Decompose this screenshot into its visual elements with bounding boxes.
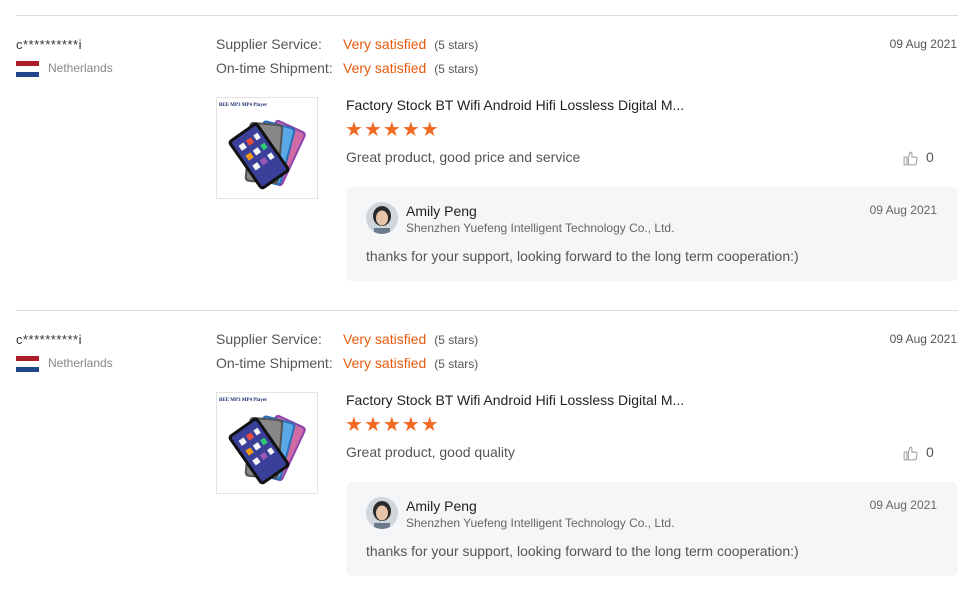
reply-text: thanks for your support, looking forward…	[366, 248, 799, 264]
supplier-reply: Amily Peng Shenzhen Yuefeng Intelligent …	[346, 482, 958, 576]
thumbs-up-icon	[903, 151, 918, 166]
like-button[interactable]: 0	[902, 444, 934, 462]
shipment-label: On-time Shipment:	[216, 355, 333, 371]
supplier-service-value: Very satisfied	[343, 36, 427, 52]
product-rating-stars: ★★★★★	[345, 415, 440, 435]
reply-author-name: Amily Peng	[406, 498, 477, 514]
review-comment: Great product, good quality	[346, 444, 515, 460]
buyer-country: Netherlands	[48, 61, 113, 75]
buyer-name: c**********i	[16, 37, 82, 52]
netherlands-flag-icon	[16, 61, 39, 77]
reply-company: Shenzhen Yuefeng Intelligent Technology …	[406, 516, 675, 530]
star-icon: ★	[363, 414, 382, 436]
supplier-reply: Amily Peng Shenzhen Yuefeng Intelligent …	[346, 187, 958, 281]
shipment-value: Very satisfied	[343, 60, 427, 76]
avatar	[366, 202, 398, 234]
product-thumbnail[interactable]: BEE MP3 MP4 Player	[216, 392, 318, 494]
star-icon: ★	[420, 119, 439, 141]
shipment-stars: (5 stars)	[434, 62, 479, 76]
supplier-service-label: Supplier Service:	[216, 36, 322, 52]
star-icon: ★	[382, 414, 401, 436]
like-count: 0	[926, 149, 934, 165]
star-icon: ★	[401, 414, 420, 436]
product-rating-stars: ★★★★★	[345, 120, 440, 140]
reply-company: Shenzhen Yuefeng Intelligent Technology …	[406, 221, 675, 235]
like-button[interactable]: 0	[902, 149, 934, 167]
supplier-service-label: Supplier Service:	[216, 331, 322, 347]
star-icon: ★	[420, 414, 439, 436]
star-icon: ★	[401, 119, 420, 141]
review-date: 09 Aug 2021	[889, 37, 957, 51]
product-image: BEE MP3 MP4 Player	[219, 103, 306, 190]
reply-text: thanks for your support, looking forward…	[366, 543, 799, 559]
product-image: BEE MP3 MP4 Player	[219, 398, 306, 485]
reply-date: 09 Aug 2021	[869, 203, 937, 217]
review-item: c**********i Netherlands Supplier Servic…	[0, 311, 975, 591]
product-title-link[interactable]: Factory Stock BT Wifi Android Hifi Lossl…	[346, 97, 684, 113]
review-date: 09 Aug 2021	[889, 332, 957, 346]
supplier-service-value: Very satisfied	[343, 331, 427, 347]
thumbs-up-icon	[903, 446, 918, 461]
star-icon: ★	[345, 414, 363, 436]
shipment-rating: On-time Shipment: Very satisfied (5 stars)	[216, 60, 478, 76]
shipment-stars: (5 stars)	[434, 357, 479, 371]
supplier-service-rating: Supplier Service: Very satisfied (5 stars)	[216, 331, 478, 347]
like-count: 0	[926, 444, 934, 460]
supplier-service-stars: (5 stars)	[434, 333, 479, 347]
shipment-rating: On-time Shipment: Very satisfied (5 stars)	[216, 355, 478, 371]
star-icon: ★	[345, 119, 363, 141]
buyer-name: c**********i	[16, 332, 82, 347]
star-icon: ★	[382, 119, 401, 141]
supplier-service-stars: (5 stars)	[434, 38, 479, 52]
product-thumbnail[interactable]: BEE MP3 MP4 Player	[216, 97, 318, 199]
reply-author-name: Amily Peng	[406, 203, 477, 219]
review-item: c**********i Netherlands Supplier Servic…	[0, 16, 975, 296]
reply-date: 09 Aug 2021	[869, 498, 937, 512]
shipment-value: Very satisfied	[343, 355, 427, 371]
product-title-link[interactable]: Factory Stock BT Wifi Android Hifi Lossl…	[346, 392, 684, 408]
review-comment: Great product, good price and service	[346, 149, 581, 165]
product-image-text: BEE MP3 MP4 Player	[219, 398, 268, 403]
netherlands-flag-icon	[16, 356, 39, 372]
product-image-text: BEE MP3 MP4 Player	[219, 103, 268, 108]
avatar	[366, 497, 398, 529]
buyer-country: Netherlands	[48, 356, 113, 370]
shipment-label: On-time Shipment:	[216, 60, 333, 76]
supplier-service-rating: Supplier Service: Very satisfied (5 stars)	[216, 36, 478, 52]
star-icon: ★	[363, 119, 382, 141]
